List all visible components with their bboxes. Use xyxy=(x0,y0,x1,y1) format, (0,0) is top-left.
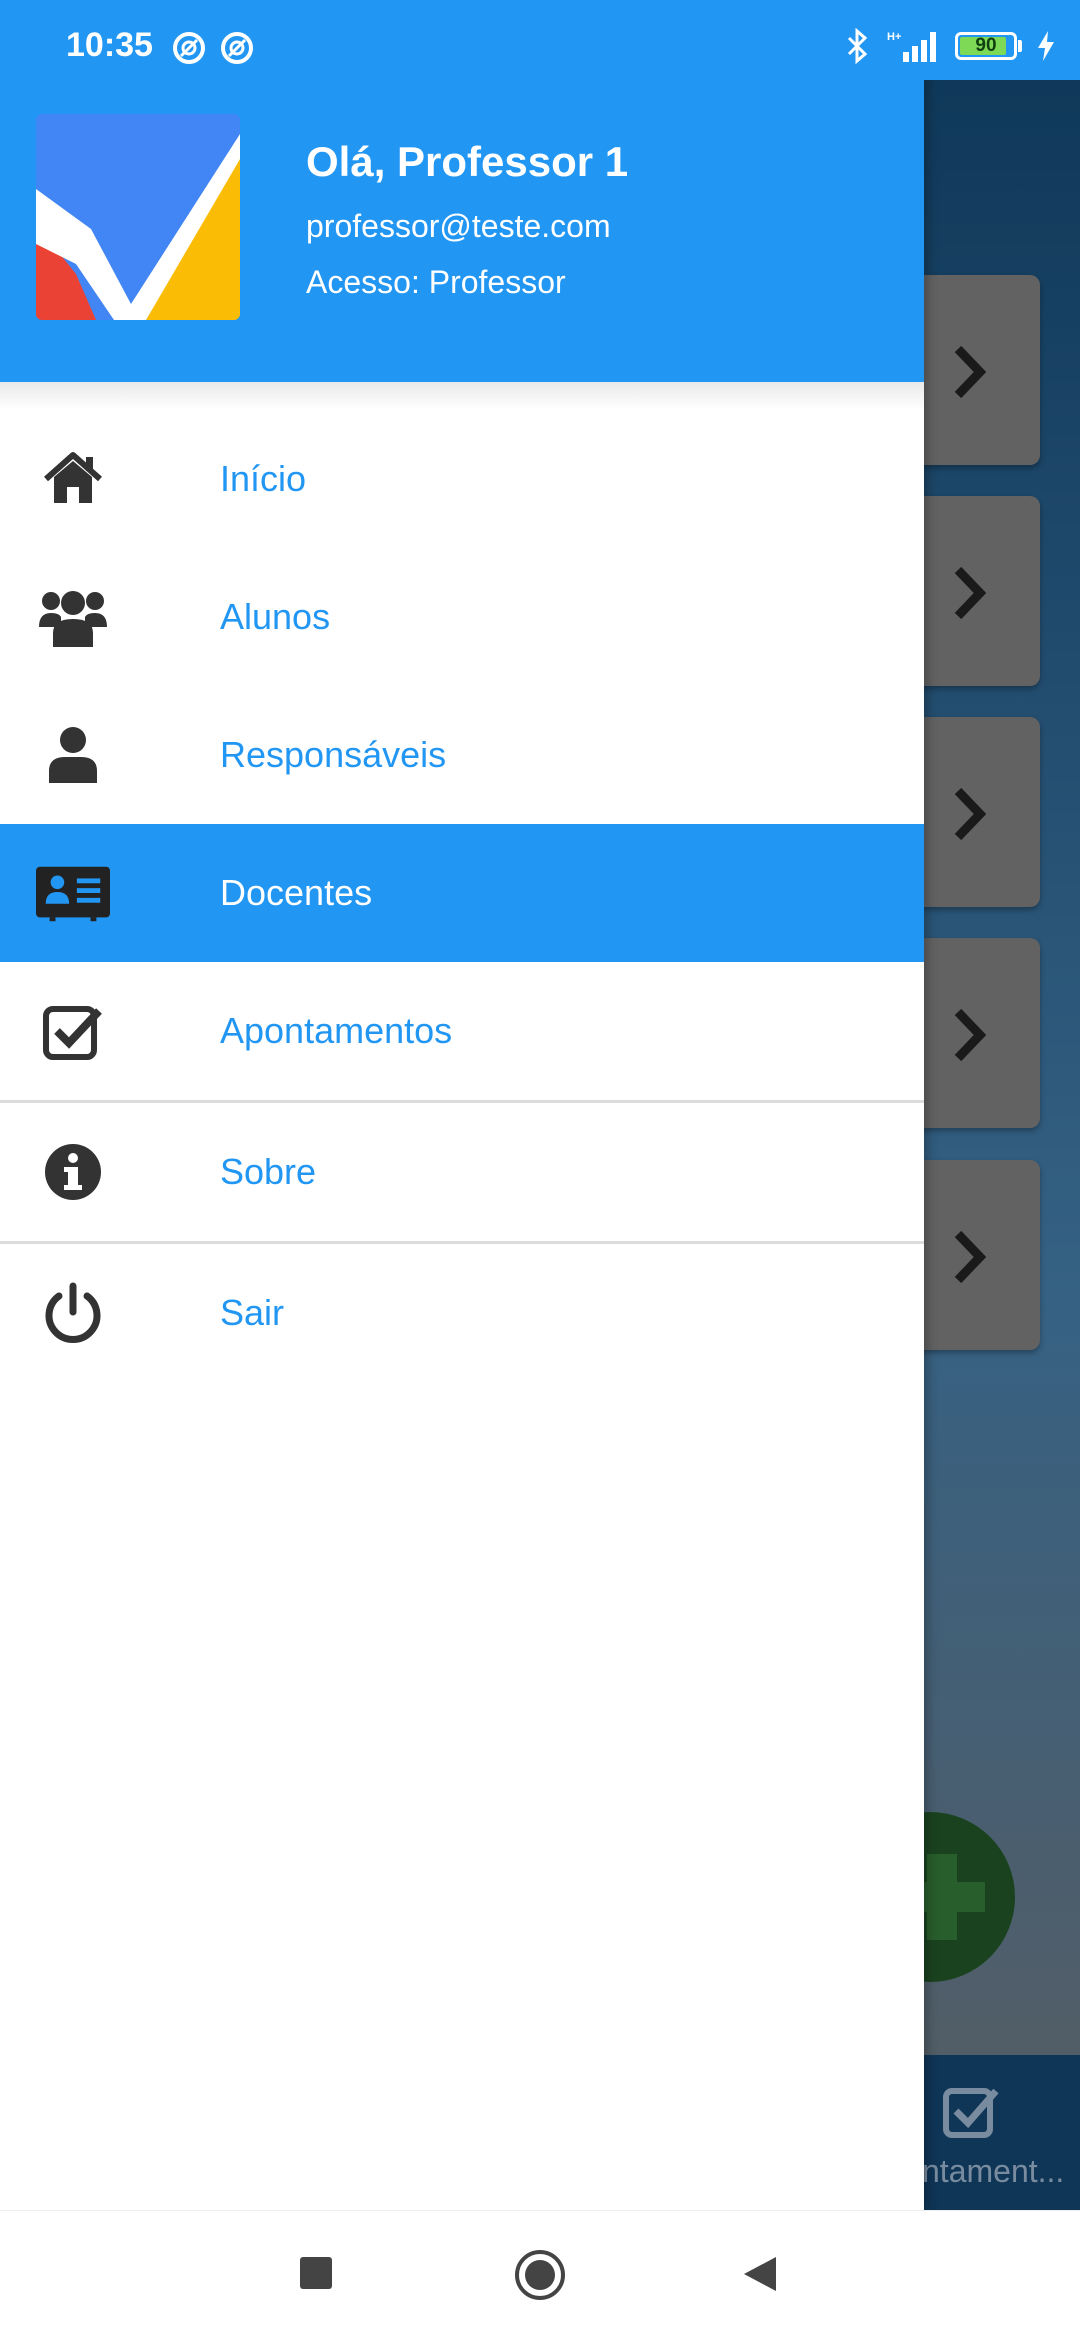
battery-level: 90 xyxy=(975,35,997,56)
menu-item-label: Sobre xyxy=(220,1151,317,1192)
system-navigation-bar xyxy=(0,2210,1080,2341)
notification-icon xyxy=(221,32,253,64)
status-bar: 10:35 H+ 90 xyxy=(0,0,1080,80)
menu-item-responsaveis[interactable]: Responsáveis xyxy=(0,686,924,824)
menu-item-label: Sair xyxy=(220,1292,285,1333)
menu-item-docentes[interactable]: Docentes xyxy=(0,824,924,962)
svg-text:H+: H+ xyxy=(887,31,901,43)
square-icon xyxy=(300,2257,332,2289)
drawer-header: Olá, Professor 1 professor@teste.com Ace… xyxy=(0,80,924,382)
menu-item-inicio[interactable]: Início xyxy=(0,410,924,548)
menu-item-alunos[interactable]: Alunos xyxy=(0,548,924,686)
charging-icon xyxy=(1038,31,1054,61)
user-greeting: Olá, Professor 1 xyxy=(306,138,629,185)
bluetooth-icon xyxy=(847,28,868,64)
users-icon xyxy=(36,587,110,647)
user-access-level: Acesso: Professor xyxy=(306,264,566,300)
back-button[interactable] xyxy=(742,2255,778,2298)
menu-item-label: Início xyxy=(220,458,307,499)
battery-icon: 90 xyxy=(955,32,1022,60)
menu-item-sair[interactable]: Sair xyxy=(0,1244,924,1382)
circle-icon xyxy=(515,2250,565,2300)
recents-button[interactable] xyxy=(300,2257,332,2294)
power-icon xyxy=(36,1282,110,1343)
menu-item-label: Responsáveis xyxy=(220,734,447,775)
menu-item-label: Docentes xyxy=(220,872,373,913)
menu-item-sobre[interactable]: Sobre xyxy=(0,1103,924,1241)
info-icon xyxy=(36,1142,110,1202)
notification-icon xyxy=(173,32,205,64)
navigation-drawer: Olá, Professor 1 professor@teste.com Ace… xyxy=(0,0,924,2210)
triangle-back-icon xyxy=(744,2257,776,2291)
home-icon xyxy=(36,449,110,509)
user-icon xyxy=(36,725,110,785)
menu-item-apontamentos[interactable]: Apontamentos xyxy=(0,962,924,1100)
user-email: professor@teste.com xyxy=(306,208,611,244)
signal-icon: H+ xyxy=(887,31,936,62)
status-time: 10:35 xyxy=(66,26,153,64)
menu-item-label: Apontamentos xyxy=(220,1010,453,1051)
app-logo xyxy=(36,114,240,320)
menu-item-label: Alunos xyxy=(220,596,331,637)
check-square-icon xyxy=(36,1001,110,1061)
home-button[interactable] xyxy=(514,2249,566,2306)
drawer-menu: Início Alunos Responsáveis Docentes Apon… xyxy=(0,410,924,1382)
id-card-icon xyxy=(36,863,110,923)
